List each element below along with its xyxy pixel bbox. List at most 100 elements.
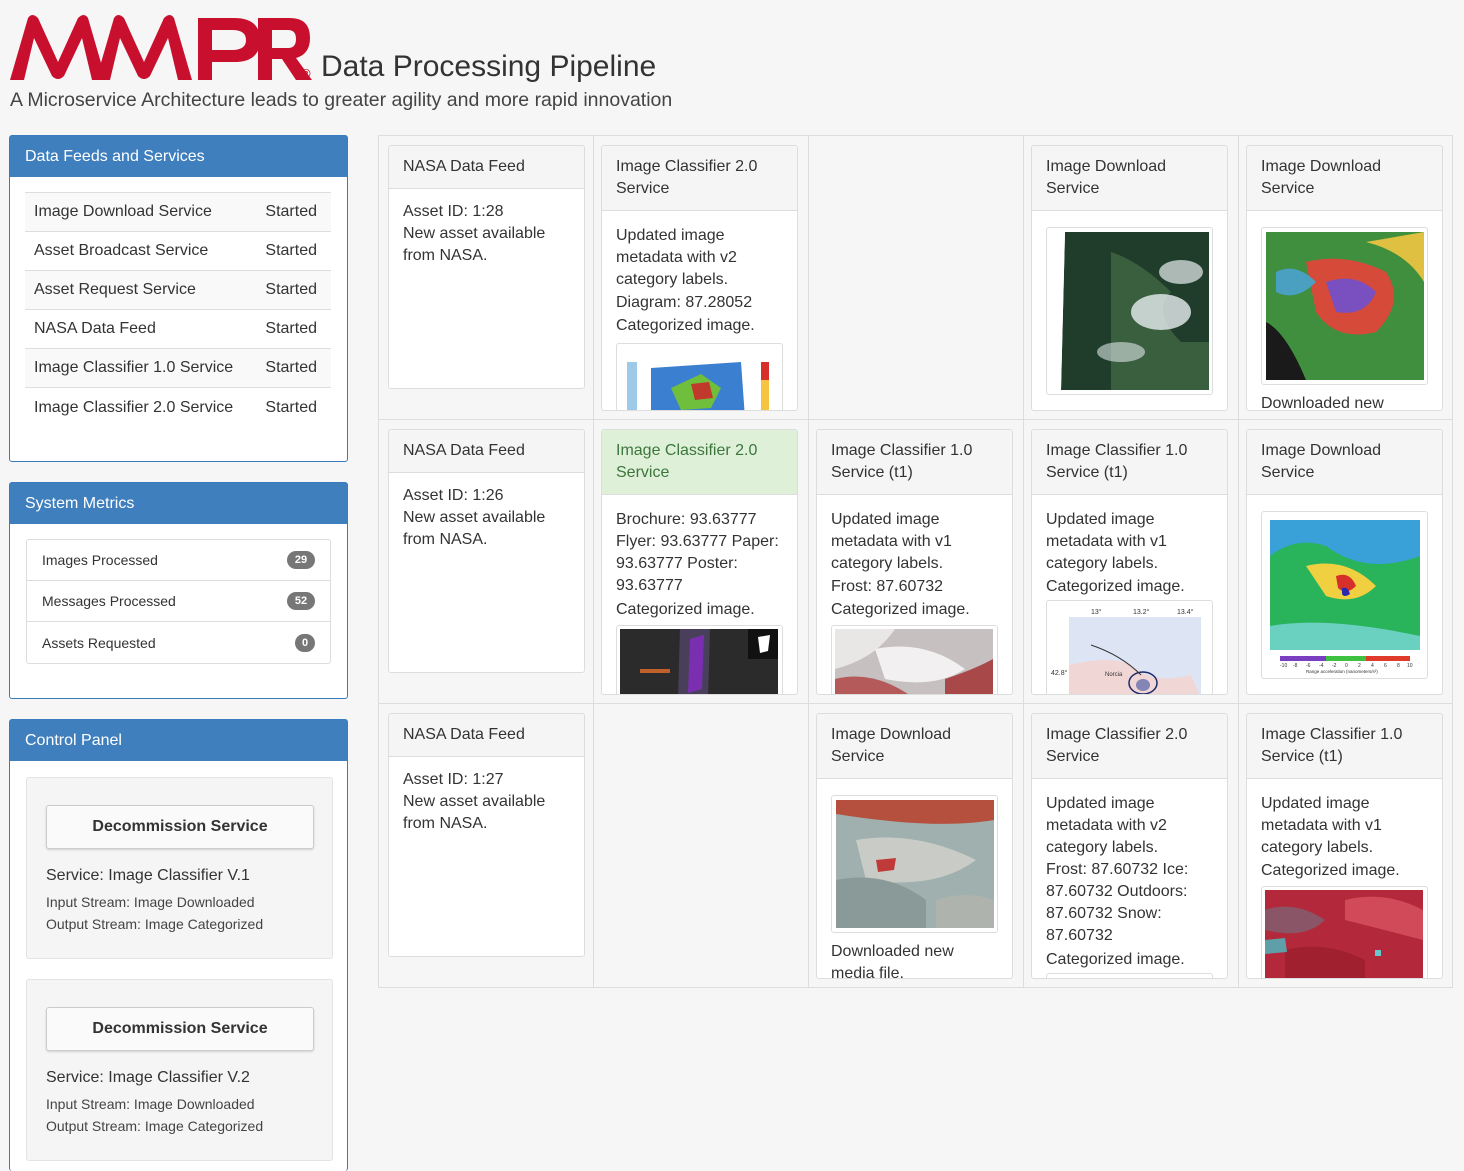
gravity-thumbnail[interactable]: -10 -8 -6 -4 -2 0 2 4 6 8 10 Range accel…: [1261, 511, 1428, 679]
event-card[interactable]: Image Download Service Downloaded new me…: [816, 713, 1013, 979]
map-tick: 13.2°: [1133, 608, 1150, 616]
event-card[interactable]: Image Download Service Downloaded new: [1246, 145, 1443, 411]
scale-tick: 8: [1397, 663, 1400, 669]
map-label: Norcia: [1105, 672, 1123, 678]
card-title: Image Classifier 1.0 Service (t1): [1032, 430, 1227, 495]
frost-thumbnail[interactable]: [831, 625, 998, 694]
service-status: Started: [265, 320, 317, 337]
service-row: Asset Request Service Started: [25, 271, 331, 310]
card-body: Updated image metadata with v2 category …: [1032, 779, 1227, 978]
frost-image: [835, 629, 993, 694]
card-text: Categorized image.: [1261, 862, 1400, 879]
service-row: Image Classifier 2.0 Service Started: [25, 388, 331, 427]
card-text: Downloaded new: [1261, 395, 1384, 411]
metric-label: Messages Processed: [42, 593, 176, 609]
decommission-button[interactable]: Decommission Service: [46, 1007, 314, 1051]
event-card[interactable]: Image Download Service: [1031, 145, 1228, 411]
service-name: Asset Broadcast Service: [34, 242, 209, 259]
service-status: Started: [265, 242, 317, 259]
page-title: Data Processing Pipeline: [321, 50, 657, 83]
card-text: Updated image metadata with v1 category …: [1046, 511, 1167, 572]
brochure-thumbnail[interactable]: [616, 625, 783, 694]
card-title: Image Download Service: [1247, 146, 1442, 211]
event-card[interactable]: Image Classifier 2.0 Service Updated ima…: [601, 145, 798, 411]
satellite-thumbnail[interactable]: [1261, 886, 1428, 978]
satellite-thumbnail[interactable]: [1046, 227, 1213, 395]
card-title: Image Classifier 2.0 Service: [602, 146, 797, 211]
map-tick: 13°: [1091, 608, 1102, 616]
card-body: [1032, 211, 1227, 395]
event-card[interactable]: NASA Data Feed Asset ID: 1:26 New asset …: [388, 429, 585, 673]
map-image: 13° 13.2° 13.4° 42.8° Norcia: [1051, 605, 1209, 694]
satellite-thumbnail[interactable]: [831, 795, 998, 933]
service-status: Started: [265, 359, 317, 376]
card-text: Asset ID: 1:27: [403, 771, 504, 788]
event-card[interactable]: NASA Data Feed Asset ID: 1:28 New asset …: [388, 145, 585, 389]
event-card[interactable]: Image Classifier 1.0 Service (t1) Update…: [816, 429, 1013, 695]
output-stream: Output Stream: Image Categorized: [46, 916, 264, 932]
scale-tick: -8: [1293, 663, 1298, 669]
input-stream: Input Stream: Image Downloaded: [46, 1096, 255, 1112]
image-thumbnail[interactable]: [1046, 973, 1213, 978]
satellite-image: [1051, 232, 1209, 390]
service-row: Image Classifier 1.0 Service Started: [25, 349, 331, 388]
card-body: Brochure: 93.63777 Flyer: 93.63777 Paper…: [602, 495, 797, 694]
map-thumbnail[interactable]: 13° 13.2° 13.4° 42.8° Norcia: [1046, 600, 1213, 694]
service-row: NASA Data Feed Started: [25, 310, 331, 349]
card-title: Image Classifier 1.0 Service (t1): [1247, 714, 1442, 779]
input-stream: Input Stream: Image Downloaded: [46, 894, 255, 910]
metrics-list: Images Processed 29 Messages Processed 5…: [26, 539, 331, 664]
metric-label: Images Processed: [42, 552, 158, 568]
card-body: Updated image metadata with v1 category …: [1032, 495, 1227, 694]
card-text: New asset available from NASA.: [403, 793, 546, 832]
metric-badge: 52: [287, 592, 315, 610]
event-card[interactable]: Image Classifier 2.0 Service Updated ima…: [1031, 713, 1228, 979]
satellite-thumbnail[interactable]: [1261, 227, 1428, 385]
satellite-image: [1265, 890, 1423, 978]
card-text: Categorized image.: [831, 601, 970, 618]
event-card[interactable]: Image Classifier 1.0 Service (t1) Update…: [1031, 429, 1228, 695]
service-name: Asset Request Service: [34, 281, 196, 298]
event-card[interactable]: Image Classifier 2.0 Service Brochure: 9…: [601, 429, 798, 695]
card-title: Image Download Service: [1032, 146, 1227, 211]
pipeline-grid: NASA Data Feed Asset ID: 1:28 New asset …: [378, 135, 1453, 988]
event-card[interactable]: NASA Data Feed Asset ID: 1:27 New asset …: [388, 713, 585, 957]
decommission-button[interactable]: Decommission Service: [46, 805, 314, 849]
card-text: Downloaded new media file.: [831, 943, 954, 979]
card-title: Image Classifier 2.0 Service: [602, 430, 797, 495]
diagram-thumbnail[interactable]: [616, 343, 783, 410]
event-card[interactable]: Image Download Service -10 -8 -6 -4 -2 0…: [1246, 429, 1443, 695]
map-tick: 13.4°: [1177, 608, 1194, 616]
card-text: Updated image metadata with v2 category …: [1046, 795, 1167, 856]
card-body: Downloaded new media file.: [817, 779, 1012, 979]
scale-label: Range acceleration (nanometers/s²): [1306, 669, 1378, 674]
service-status: Started: [265, 203, 317, 220]
card-text: New asset available from NASA.: [403, 509, 546, 548]
service-control-box: Decommission Service Service: Image Clas…: [26, 777, 333, 959]
page-header: ® Data Processing Pipeline A Microservic…: [10, 12, 1450, 122]
scale-tick: 6: [1384, 663, 1387, 669]
card-body: Asset ID: 1:28 New asset available from …: [389, 189, 584, 267]
service-name: Image Classifier 2.0 Service: [34, 398, 234, 416]
card-text: Categorized image.: [1046, 578, 1185, 595]
card-body: Updated image metadata with v2 category …: [602, 211, 797, 410]
service-row: Image Download Service Started: [25, 193, 331, 232]
control-panel: Control Panel Decommission Service Servi…: [9, 719, 348, 1171]
card-body: Asset ID: 1:27 New asset available from …: [389, 757, 584, 835]
event-card[interactable]: Image Classifier 1.0 Service (t1) Update…: [1246, 713, 1443, 979]
brochure-image: [620, 629, 778, 694]
service-name: NASA Data Feed: [34, 320, 156, 337]
metric-badge: 29: [287, 551, 315, 569]
services-panel-title: Data Feeds and Services: [10, 136, 347, 177]
card-title: Image Download Service: [817, 714, 1012, 779]
card-text: Categorized image.: [616, 317, 755, 334]
card-title: Image Classifier 1.0 Service (t1): [817, 430, 1012, 495]
card-text: Updated image metadata with v1 category …: [831, 511, 952, 572]
metric-row: Assets Requested 0: [27, 622, 330, 663]
map-tick: 42.8°: [1051, 669, 1068, 677]
registered-mark: ®: [301, 66, 311, 81]
service-control-box: Decommission Service Service: Image Clas…: [26, 979, 333, 1161]
card-body: Asset ID: 1:26 New asset available from …: [389, 473, 584, 551]
card-text: Asset ID: 1:26: [403, 487, 504, 504]
diagram-image: [621, 348, 779, 410]
